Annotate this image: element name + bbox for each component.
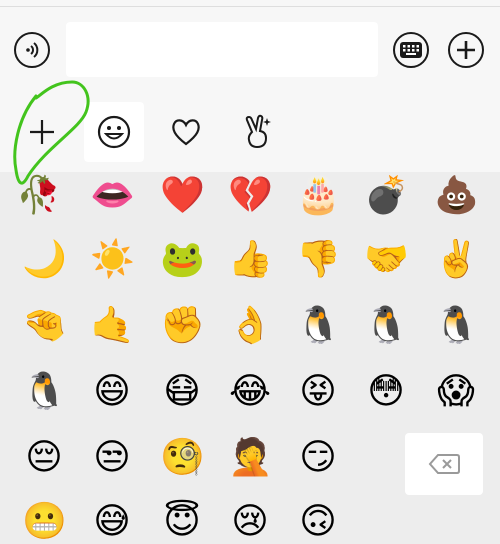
emoji-item[interactable]: 😂 [228,370,272,414]
emoji-item[interactable]: 💣 [364,174,409,218]
tab-favorites[interactable] [156,102,216,162]
emoji-tab-bar [0,96,500,172]
emoji-item[interactable]: 😅 [90,500,134,544]
emoji-item[interactable]: 🙃 [296,500,340,544]
heart-outline-icon [172,119,200,146]
voice-icon [26,42,39,58]
emoji-item[interactable]: 😔 [22,436,66,480]
emoji-item[interactable]: ✊ [160,304,205,348]
emoji-item[interactable]: ☀️ [90,238,135,282]
tab-gestures[interactable] [228,102,288,162]
voice-button[interactable] [14,32,50,68]
emoji-item[interactable]: ✌️ [434,238,479,282]
emoji-item[interactable]: 🐧 [364,304,409,348]
keyboard-button[interactable] [393,32,429,68]
emoji-item[interactable]: 💩 [434,174,479,218]
emoji-item[interactable]: 😢 [228,500,272,544]
emoji-item[interactable]: 😷 [160,370,204,414]
emoji-item[interactable]: 😳 [364,370,408,414]
emoji-item[interactable]: 😬 [22,500,67,544]
emoji-item[interactable]: 🐧 [434,304,479,348]
emoji-item[interactable]: 👍 [228,238,273,282]
divider [0,6,500,7]
input-toolbar [0,0,500,96]
tab-smileys[interactable] [84,102,144,162]
emoji-item[interactable]: 🥀 [16,174,61,218]
emoji-item[interactable]: 😝 [296,370,340,414]
smiley-outline-icon [97,115,131,149]
emoji-item[interactable]: 👌 [228,304,273,348]
delete-button[interactable] [405,433,483,495]
emoji-item[interactable]: 😒 [90,436,134,480]
emoji-item[interactable]: 💔 [228,174,273,218]
emoji-item[interactable]: 🤏 [22,304,67,348]
emoji-item[interactable]: 🐧 [22,370,67,414]
emoji-item[interactable]: 🐧 [296,304,341,348]
backspace-icon [428,454,460,474]
emoji-item[interactable]: 🐸 [160,238,205,282]
emoji-item[interactable]: 🎂 [296,174,341,218]
message-input[interactable] [66,22,378,77]
emoji-item[interactable]: 🌙 [22,238,67,282]
plus-icon [30,120,54,144]
emoji-item[interactable]: 🤙 [90,304,135,348]
emoji-item[interactable]: 😇 [160,500,204,544]
tab-add[interactable] [12,102,72,162]
emoji-item[interactable]: 😄 [90,370,134,414]
emoji-item[interactable]: ❤️ [160,174,205,218]
emoji-item[interactable]: 😏 [296,436,340,480]
emoji-item[interactable]: 👎 [296,238,341,282]
emoji-item[interactable]: 👄 [90,174,135,218]
emoji-item[interactable]: 🤝 [364,238,409,282]
peace-hand-icon [245,114,271,149]
plus-circle-icon [457,41,475,59]
emoji-item[interactable]: 🤦 [228,436,273,480]
more-button[interactable] [448,32,484,68]
emoji-item[interactable]: 😱 [434,370,478,414]
emoji-item[interactable]: 🧐 [160,436,205,480]
keyboard-icon [400,42,422,58]
